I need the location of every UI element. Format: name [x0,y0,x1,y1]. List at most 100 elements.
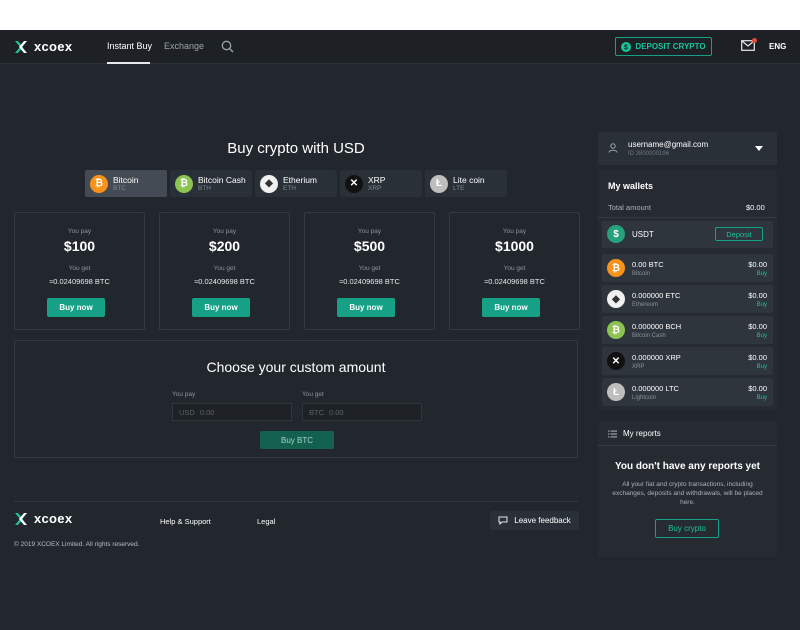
wallet-value: $0.00 [748,353,767,362]
search-icon[interactable] [221,40,234,53]
legal-link[interactable]: Legal [257,517,275,526]
language-selector[interactable]: ENG [769,42,786,51]
leave-feedback-label: Leave feedback [514,516,571,525]
wallet-buy-link[interactable]: Buy [757,302,767,308]
wallets-title: My wallets [608,181,654,191]
reports-panel: My reports You don't have any reports ye… [598,421,777,557]
logo[interactable]: xcoex [14,39,72,54]
buy-crypto-button[interactable]: Buy crypto [655,519,719,538]
leave-feedback-button[interactable]: Leave feedback [490,511,579,530]
get-label: You get [358,265,381,272]
pay-field-label: You pay [172,391,196,398]
wallet-row[interactable]: Ł 0.000000 LTC Lightcoin $0.00 Buy [602,378,773,406]
wallet-name: USDT [632,230,654,239]
user-icon [608,143,618,153]
xcoex-logo-icon [15,512,27,525]
xrp-icon: ✕ [345,174,363,193]
litecoin-icon: Ł [430,174,448,193]
deposit-crypto-button[interactable]: $ DEPOSIT CRYPTO [615,37,712,56]
amount-card: You pay $500 You get ≈0.02409698 BTC Buy… [304,212,435,330]
total-amount-label: Total amount [608,203,651,212]
buy-now-button[interactable]: Buy now [482,298,540,317]
deposit-crypto-label: DEPOSIT CRYPTO [635,42,706,51]
app-window: xcoex Instant Buy Exchange $ DEPOSIT CRY… [0,30,800,630]
wallet-row[interactable]: ✕ 0.000000 XRP XRP $0.00 Buy [602,347,773,375]
wallet-row[interactable]: ₿ 0.000000 BCH Bitcoin Cash $0.00 Buy [602,316,773,344]
chevron-down-icon[interactable] [755,146,763,151]
wallet-value: $0.00 [748,260,767,269]
pay-currency: USD [179,407,195,417]
page-title: Buy crypto with USD [227,140,365,157]
coin-name: Bitcoin Cash [198,174,246,185]
usdt-deposit-button[interactable]: Deposit [715,227,763,241]
coin-tab-etherium[interactable]: ◆ Etherium ETH [255,170,337,197]
wallet-buy-link[interactable]: Buy [757,395,767,401]
custom-amount-panel: Choose your custom amount You pay USD 0.… [14,340,578,458]
wallet-buy-link[interactable]: Buy [757,333,767,339]
buy-btc-button[interactable]: Buy BTC [260,431,334,449]
coin-tab-bitcoin-cash[interactable]: ₿ Bitcoin Cash BTH [170,170,252,197]
coin-tab-litecoin[interactable]: Ł Lite coin LTE [425,170,507,197]
user-id: ID 3800000196 [628,151,670,157]
usdt-icon: $ [607,225,625,243]
litecoin-icon: Ł [607,383,625,401]
coin-tab-xrp[interactable]: ✕ XRP XRP [340,170,422,197]
coin-tab-bitcoin[interactable]: ₿ Bitcoin BTC [85,170,167,197]
wallet-amount: 0.000000 XRP [632,353,681,362]
wallet-name: Lightcoin [632,395,657,401]
pay-amount: $100 [63,238,96,254]
divider [598,445,777,446]
divider [598,217,777,218]
pay-amount-input[interactable]: USD 0.00 [172,403,292,421]
get-label: You get [213,265,236,272]
get-value: ≈0.02409698 BTC [484,277,545,286]
wallet-name: Bitcoin [632,271,651,277]
wallet-buy-link[interactable]: Buy [757,364,767,370]
get-value: ≈0.02409698 BTC [194,277,255,286]
wallet-name: Ethereum [632,302,659,308]
coin-symbol: BTC [113,184,126,192]
wallet-value: $0.00 [748,384,767,393]
buy-now-button[interactable]: Buy now [47,298,105,317]
amount-card: You pay $100 You get ≈0.02409698 BTC Buy… [14,212,145,330]
notification-dot [752,38,757,43]
xcoex-logo-icon [15,40,27,53]
coin-symbol: LTE [453,184,465,192]
total-amount-value: $0.00 [746,203,765,212]
pay-value: 0.00 [199,407,215,417]
wallet-value: $0.00 [748,291,767,300]
get-currency: BTC [309,407,324,417]
copyright-text: © 2019 XCOEX Limited. All rights reserve… [14,541,140,548]
footer-logo[interactable]: xcoex [14,511,72,526]
reports-title: My reports [623,429,661,438]
buy-now-button[interactable]: Buy now [192,298,250,317]
preset-amount-cards: You pay $100 You get ≈0.02409698 BTC Buy… [14,212,580,330]
tab-exchange[interactable]: Exchange [164,41,204,51]
tab-instant-buy[interactable]: Instant Buy [107,41,152,51]
wallet-row[interactable]: ₿ 0.00 BTC Bitcoin $0.00 Buy [602,254,773,282]
amount-card: You pay $200 You get ≈0.02409698 BTC Buy… [159,212,290,330]
pay-label: You pay [67,228,92,235]
amount-card: You pay $1000 You get ≈0.02409698 BTC Bu… [449,212,580,330]
brand-name: xcoex [34,511,73,526]
get-amount-input[interactable]: BTC 0.00 [302,403,422,421]
get-label: You get [68,265,91,272]
wallet-amount: 0.000000 BCH [632,322,682,331]
buy-now-button[interactable]: Buy now [337,298,395,317]
pay-amount: $500 [353,238,386,254]
wallet-amount: 0.00 BTC [632,260,664,269]
reports-empty-description: All your fiat and crypto transactions, i… [612,481,763,506]
get-value: 0.00 [329,407,344,417]
pay-label: You pay [212,228,237,235]
help-support-link[interactable]: Help & Support [160,517,211,526]
wallet-buy-link[interactable]: Buy [757,271,767,277]
account-menu[interactable]: username@gmail.com ID 3800000196 [598,132,777,165]
svg-text:$: $ [624,44,628,51]
get-label: You get [503,265,526,272]
wallet-amount: 0.000000 ETC [632,291,681,300]
get-value: ≈0.02409698 BTC [339,277,400,286]
top-bar: xcoex Instant Buy Exchange $ DEPOSIT CRY… [0,30,800,64]
wallet-row[interactable]: ◆ 0.000000 ETC Ethereum $0.00 Buy [602,285,773,313]
brand-name: xcoex [34,39,73,54]
chat-icon [498,516,508,525]
